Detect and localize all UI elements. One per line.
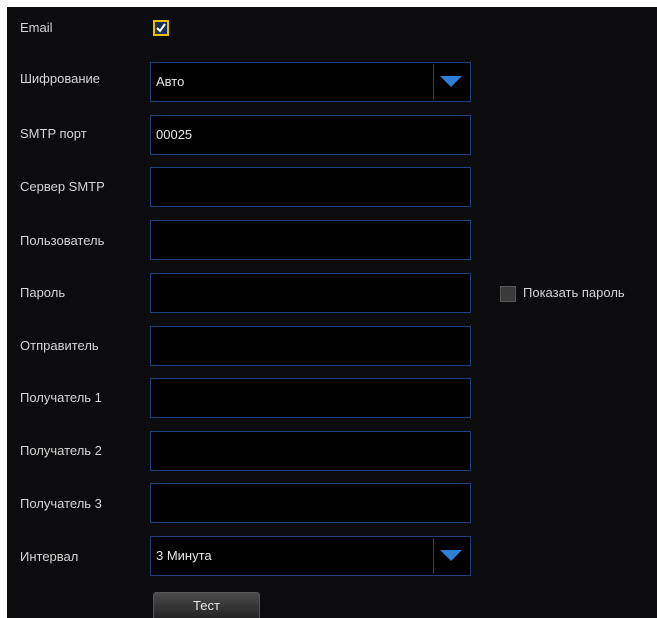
encryption-select[interactable]: Авто xyxy=(150,62,471,102)
recipient3-label: Получатель 3 xyxy=(20,496,102,511)
chevron-down-icon xyxy=(440,76,462,87)
password-label: Пароль xyxy=(20,285,66,300)
email-label: Email xyxy=(20,20,53,35)
encryption-label: Шифрование xyxy=(20,71,100,86)
show-password-label: Показать пароль xyxy=(523,285,625,300)
show-password-checkbox[interactable] xyxy=(500,286,516,302)
email-settings-panel: Email Шифрование Авто SMTP порт 00025 Се… xyxy=(7,7,657,618)
user-input[interactable] xyxy=(150,220,471,260)
interval-label: Интервал xyxy=(20,549,79,564)
recipient2-label: Получатель 2 xyxy=(20,443,102,458)
recipient1-input[interactable] xyxy=(150,378,471,418)
sender-label: Отправитель xyxy=(20,338,99,353)
chevron-down-icon xyxy=(440,550,462,561)
smtp-server-input[interactable] xyxy=(150,167,471,207)
interval-select[interactable]: 3 Минута xyxy=(150,536,471,576)
encryption-value: Авто xyxy=(156,74,185,89)
recipient1-label: Получатель 1 xyxy=(20,390,102,405)
sender-input[interactable] xyxy=(150,326,471,366)
email-enable-checkbox[interactable] xyxy=(153,20,169,36)
user-label: Пользователь xyxy=(20,233,105,248)
recipient2-input[interactable] xyxy=(150,431,471,471)
smtp-server-label: Сервер SMTP xyxy=(20,179,105,194)
test-button[interactable]: Тест xyxy=(153,592,260,618)
interval-dropdown-button[interactable] xyxy=(433,538,469,574)
checkmark-icon xyxy=(156,23,166,33)
smtp-port-input[interactable]: 00025 xyxy=(150,115,471,155)
recipient3-input[interactable] xyxy=(150,483,471,523)
encryption-dropdown-button[interactable] xyxy=(433,64,469,100)
smtp-port-label: SMTP порт xyxy=(20,126,87,141)
interval-value: 3 Минута xyxy=(156,548,212,563)
password-input[interactable] xyxy=(150,273,471,313)
